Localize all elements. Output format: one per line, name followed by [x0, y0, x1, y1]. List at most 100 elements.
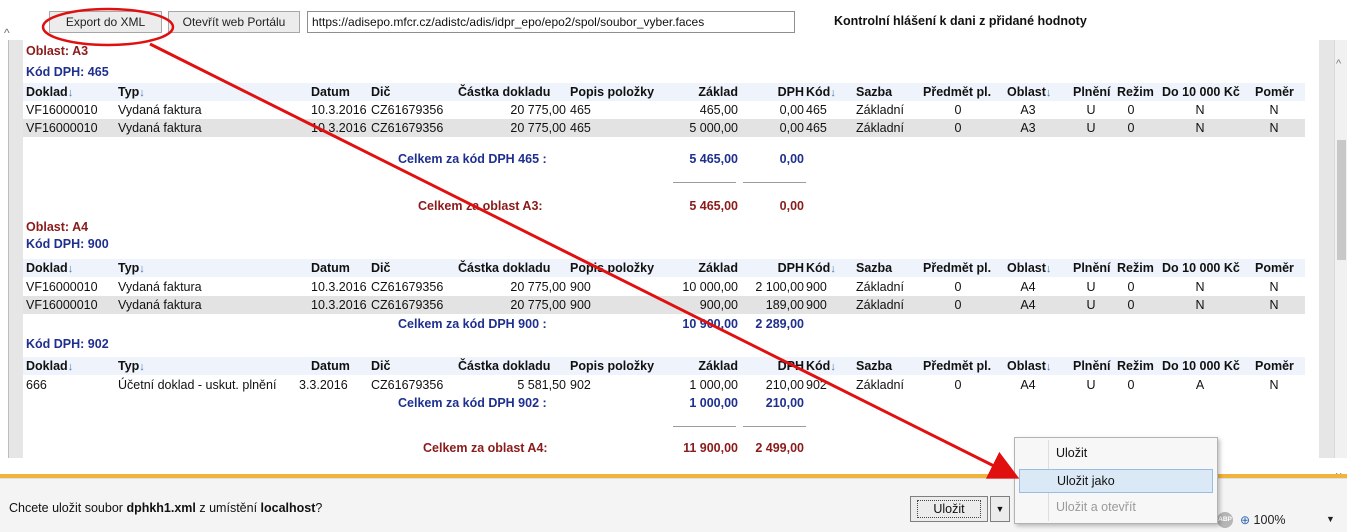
- code-sum-label-902: Celkem za kód DPH 902 :: [398, 396, 547, 410]
- zoom-dropdown-icon[interactable]: ▼: [1326, 514, 1335, 524]
- code-sum-dph-900: 2 289,00: [755, 317, 804, 331]
- cell-do10000: N: [1195, 121, 1205, 135]
- col-popis[interactable]: Popis položky: [570, 357, 654, 375]
- col-kod[interactable]: Kód↓: [806, 83, 836, 102]
- col-predmet[interactable]: Předmět pl.: [923, 259, 991, 277]
- col-doklad[interactable]: Doklad↓: [26, 83, 73, 102]
- menu-item-save[interactable]: Uložit: [1019, 442, 1213, 466]
- col-sazba[interactable]: Sazba: [856, 83, 892, 101]
- save-button[interactable]: Uložit: [910, 496, 988, 522]
- col-plneni[interactable]: Plnění: [1073, 83, 1111, 101]
- col-rezim[interactable]: Režim: [1117, 83, 1154, 101]
- col-doklad[interactable]: Doklad↓: [26, 259, 73, 278]
- sort-icon[interactable]: ↓: [139, 87, 145, 99]
- open-portal-button[interactable]: Otevřít web Portálu: [168, 11, 300, 33]
- cell-zaklad: 5 000,00: [689, 121, 738, 135]
- adblock-icon[interactable]: ABP: [1217, 512, 1233, 528]
- col-oblast[interactable]: Oblast↓: [1007, 259, 1051, 278]
- col-typ[interactable]: Typ↓: [118, 259, 145, 278]
- cell-predmet: 0: [954, 121, 962, 135]
- col-pomer[interactable]: Poměr: [1255, 357, 1294, 375]
- url-field[interactable]: https://adisepo.mfcr.cz/adistc/adis/idpr…: [307, 11, 795, 33]
- table-row[interactable]: VF16000010 Vydaná faktura 10.3.2016 CZ61…: [23, 296, 1305, 314]
- cell-plneni: U: [1086, 298, 1096, 312]
- table-row[interactable]: VF16000010 Vydaná faktura 10.3.2016 CZ61…: [23, 101, 1305, 119]
- menu-item-save-as[interactable]: Uložit jako: [1019, 469, 1213, 493]
- cell-pomer: N: [1269, 378, 1279, 392]
- col-dph[interactable]: DPH: [741, 83, 804, 101]
- col-typ[interactable]: Typ↓: [118, 357, 145, 376]
- col-rezim[interactable]: Režim: [1117, 259, 1154, 277]
- col-dph[interactable]: DPH: [741, 259, 804, 277]
- col-zaklad[interactable]: Základ: [663, 83, 738, 101]
- col-typ[interactable]: Typ↓: [118, 83, 145, 102]
- col-dic[interactable]: Dič: [371, 357, 390, 375]
- scrollbar-thumb[interactable]: [1337, 140, 1346, 260]
- cell-rezim: 0: [1127, 298, 1135, 312]
- col-do10000[interactable]: Do 10 000 Kč: [1162, 259, 1240, 277]
- col-plneni[interactable]: Plnění: [1073, 259, 1111, 277]
- col-datum[interactable]: Datum: [311, 357, 350, 375]
- export-xml-button[interactable]: Export do XML: [49, 11, 162, 33]
- col-kod[interactable]: Kód↓: [806, 357, 836, 376]
- cell-oblast: A3: [1020, 103, 1036, 117]
- col-zaklad[interactable]: Základ: [663, 259, 738, 277]
- col-doklad[interactable]: Doklad↓: [26, 357, 73, 376]
- area-title-a3: Oblast: A3: [26, 44, 89, 58]
- cell-sazba: Základní: [856, 121, 904, 135]
- sort-icon[interactable]: ↓: [830, 87, 836, 99]
- col-castka[interactable]: Částka dokladu: [458, 83, 550, 101]
- col-sazba[interactable]: Sazba: [856, 357, 892, 375]
- cell-predmet: 0: [954, 378, 962, 392]
- table-row[interactable]: VF16000010 Vydaná faktura 10.3.2016 CZ61…: [23, 278, 1305, 296]
- zoom-level[interactable]: ⊕ 100%: [1240, 513, 1286, 527]
- area-sum-dph-a4: 2 499,00: [755, 441, 804, 455]
- sort-icon[interactable]: ↓: [68, 87, 74, 99]
- report-content: Oblast: A3 Kód DPH: 465 Doklad↓ Typ↓ Dat…: [23, 40, 1319, 458]
- col-popis[interactable]: Popis položky: [570, 259, 654, 277]
- sort-icon[interactable]: ↓: [1046, 87, 1052, 99]
- save-options-menu: Uložit Uložit jako Uložit a otevřít: [1014, 437, 1218, 524]
- col-pomer[interactable]: Poměr: [1255, 259, 1294, 277]
- col-do10000[interactable]: Do 10 000 Kč: [1162, 83, 1240, 101]
- col-do10000[interactable]: Do 10 000 Kč: [1162, 357, 1240, 375]
- sort-icon[interactable]: ↓: [830, 263, 836, 275]
- col-zaklad[interactable]: Základ: [663, 357, 738, 375]
- vertical-scrollbar[interactable]: [1334, 40, 1347, 458]
- sort-icon[interactable]: ↓: [139, 263, 145, 275]
- menu-item-save-and-open[interactable]: Uložit a otevřít: [1019, 496, 1213, 520]
- cell-predmet: 0: [954, 280, 962, 294]
- table-row[interactable]: 666 Účetní doklad - uskut. plnění 3.3.20…: [23, 376, 1305, 394]
- col-castka[interactable]: Částka dokladu: [458, 357, 550, 375]
- table-row[interactable]: VF16000010 Vydaná faktura 10.3.2016 CZ61…: [23, 119, 1305, 137]
- col-datum[interactable]: Datum: [311, 83, 350, 101]
- col-predmet[interactable]: Předmět pl.: [923, 357, 991, 375]
- sort-icon[interactable]: ↓: [68, 361, 74, 373]
- sort-icon[interactable]: ↓: [1046, 361, 1052, 373]
- col-popis[interactable]: Popis položky: [570, 83, 654, 101]
- col-castka[interactable]: Částka dokladu: [458, 259, 550, 277]
- col-predmet[interactable]: Předmět pl.: [923, 83, 991, 101]
- sort-icon[interactable]: ↓: [1046, 263, 1052, 275]
- sort-icon[interactable]: ↓: [139, 361, 145, 373]
- cell-dph: 2 100,00: [755, 280, 804, 294]
- col-pomer[interactable]: Poměr: [1255, 83, 1294, 101]
- col-kod[interactable]: Kód↓: [806, 259, 836, 278]
- col-dic[interactable]: Dič: [371, 259, 390, 277]
- col-plneni[interactable]: Plnění: [1073, 357, 1111, 375]
- col-sazba[interactable]: Sazba: [856, 259, 892, 277]
- col-dic[interactable]: Dič: [371, 83, 390, 101]
- scroll-up-icon[interactable]: ^: [1336, 58, 1341, 70]
- save-options-dropdown-icon[interactable]: ▼: [990, 496, 1010, 522]
- scroll-left-icon[interactable]: ^: [4, 26, 10, 40]
- code-sum-dph-465: 0,00: [779, 152, 804, 166]
- sort-icon[interactable]: ↓: [68, 263, 74, 275]
- cell-kod: 465: [806, 103, 827, 117]
- col-oblast[interactable]: Oblast↓: [1007, 83, 1051, 102]
- col-oblast[interactable]: Oblast↓: [1007, 357, 1051, 376]
- col-dph[interactable]: DPH: [741, 357, 804, 375]
- area-sum-zaklad-a3: 5 465,00: [689, 199, 738, 213]
- sort-icon[interactable]: ↓: [830, 361, 836, 373]
- col-datum[interactable]: Datum: [311, 259, 350, 277]
- col-rezim[interactable]: Režim: [1117, 357, 1154, 375]
